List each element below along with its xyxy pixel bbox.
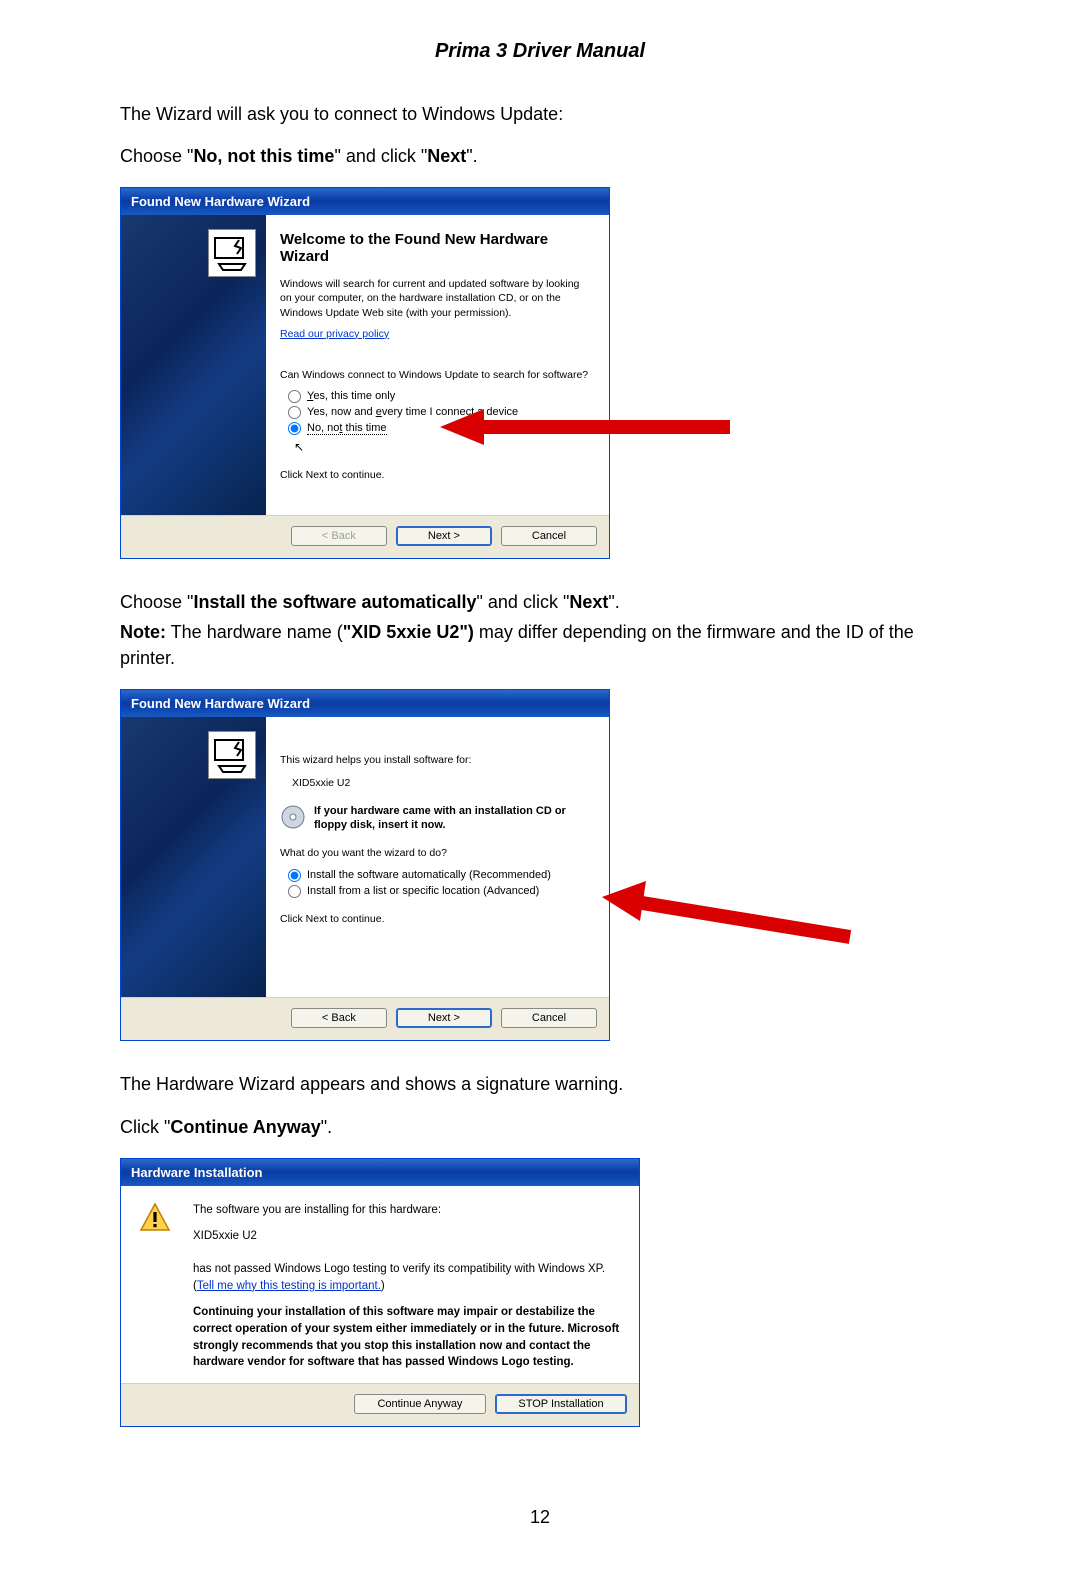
radio-label: Install the software automatically (Reco… — [307, 869, 551, 881]
cancel-button[interactable]: Cancel — [501, 526, 597, 546]
text: " and click " — [477, 592, 570, 612]
logo-testing-link[interactable]: Tell me why this testing is important. — [197, 1280, 381, 1292]
wizard2-continue: Click Next to continue. — [280, 912, 593, 926]
continue-anyway-button[interactable]: Continue Anyway — [354, 1394, 486, 1414]
stop-installation-button[interactable]: STOP Installation — [495, 1394, 627, 1414]
cd-icon — [280, 804, 306, 830]
wizard1-content: Welcome to the Found New Hardware Wizard… — [266, 215, 609, 515]
text-bold: "XID 5xxie U2") — [343, 622, 474, 642]
wizard2-dialog: Found New Hardware Wizard This wizard he… — [120, 689, 610, 1041]
wizard2-content: This wizard helps you install software f… — [266, 717, 609, 997]
radio-input[interactable] — [288, 869, 301, 882]
radio-label: Yes, this time only — [307, 390, 395, 402]
document-page: Prima 3 Driver Manual The Wizard will as… — [0, 0, 1080, 1588]
warn-figure: Hardware Installation The software you a… — [120, 1158, 640, 1427]
wizard1-dialog: Found New Hardware Wizard Welcome to the… — [120, 187, 610, 559]
radio-input[interactable] — [288, 406, 301, 419]
wizard2-titlebar: Found New Hardware Wizard — [121, 690, 609, 717]
warn-text-block: The software you are installing for this… — [193, 1202, 621, 1371]
text: Choose " — [120, 146, 193, 166]
text-bold: No, not this time — [193, 146, 334, 166]
intro-line-1: The Wizard will ask you to connect to Wi… — [120, 101, 960, 127]
wizard1-button-row: < Back Next > Cancel — [121, 516, 609, 558]
radio-label: No, not this time — [307, 422, 387, 435]
warning-icon — [139, 1202, 171, 1234]
warn-dialog: Hardware Installation The software you a… — [120, 1158, 640, 1427]
wizard1-radio-group: Yes, this time only Yes, now and every t… — [288, 390, 593, 450]
cd-hint: If your hardware came with an installati… — [280, 804, 593, 833]
note-label: Note: — [120, 622, 166, 642]
warn-strong: Continuing your installation of this sof… — [193, 1304, 621, 1371]
warn-line2b: ) — [381, 1280, 385, 1292]
wizard1-body: Welcome to the Found New Hardware Wizard… — [121, 215, 609, 516]
radio-label: Yes, now and every time I connect a devi… — [307, 406, 518, 418]
wizard1-titlebar: Found New Hardware Wizard — [121, 188, 609, 215]
hardware-wizard-icon — [208, 229, 256, 277]
radio-install-auto[interactable]: Install the software automatically (Reco… — [288, 869, 593, 882]
text: " and click " — [334, 146, 427, 166]
page-number: 12 — [120, 1507, 960, 1528]
wizard1-figure: Found New Hardware Wizard Welcome to the… — [120, 187, 610, 559]
section3-line1: The Hardware Wizard appears and shows a … — [120, 1071, 960, 1097]
wizard1-heading: Welcome to the Found New Hardware Wizard — [280, 231, 593, 265]
text: ". — [321, 1117, 332, 1137]
text-bold: Continue Anyway — [170, 1117, 320, 1137]
cursor-icon: ↖ — [294, 440, 304, 454]
text-bold: Next — [569, 592, 608, 612]
section3-line2: Click "Continue Anyway". — [120, 1114, 960, 1140]
wizard2-figure: Found New Hardware Wizard This wizard he… — [120, 689, 610, 1041]
next-button[interactable]: Next > — [396, 1008, 492, 1028]
warn-device: XID5xxie U2 — [193, 1228, 621, 1245]
radio-yes-once[interactable]: Yes, this time only — [288, 390, 593, 403]
section2-line1: Choose "Install the software automatical… — [120, 589, 960, 615]
section2-note: Note: The hardware name ("XID 5xxie U2")… — [120, 619, 960, 671]
warn-body: The software you are installing for this… — [121, 1186, 639, 1384]
radio-input[interactable] — [288, 390, 301, 403]
wizard2-line1: This wizard helps you install software f… — [280, 753, 593, 767]
cd-hint-text: If your hardware came with an installati… — [314, 804, 593, 833]
radio-input[interactable] — [288, 885, 301, 898]
red-arrow-annotation — [600, 881, 860, 951]
intro-line-2: Choose "No, not this time" and click "Ne… — [120, 143, 960, 169]
text: The hardware name ( — [166, 622, 343, 642]
warn-button-row: Continue Anyway STOP Installation — [121, 1384, 639, 1426]
wizard2-prompt: What do you want the wizard to do? — [280, 846, 593, 860]
next-button[interactable]: Next > — [396, 526, 492, 546]
wizard-side-banner — [121, 717, 266, 997]
text-bold: Install the software automatically — [193, 592, 476, 612]
warn-line1: The software you are installing for this… — [193, 1204, 441, 1216]
wizard1-desc: Windows will search for current and upda… — [280, 277, 593, 320]
radio-input[interactable] — [288, 422, 301, 435]
hardware-wizard-icon — [208, 731, 256, 779]
text: Choose " — [120, 592, 193, 612]
back-button[interactable]: < Back — [291, 1008, 387, 1028]
wizard1-continue: Click Next to continue. — [280, 468, 593, 482]
radio-yes-always[interactable]: Yes, now and every time I connect a devi… — [288, 406, 593, 419]
back-button: < Back — [291, 526, 387, 546]
wizard2-body: This wizard helps you install software f… — [121, 717, 609, 998]
text-bold: Next — [427, 146, 466, 166]
privacy-policy-link[interactable]: Read our privacy policy — [280, 328, 389, 340]
wizard-side-banner — [121, 215, 266, 515]
wizard2-device: XID5xxie U2 — [292, 776, 593, 790]
text: Click " — [120, 1117, 170, 1137]
cancel-button[interactable]: Cancel — [501, 1008, 597, 1028]
text: ". — [608, 592, 619, 612]
wizard2-button-row: < Back Next > Cancel — [121, 998, 609, 1040]
warn-titlebar: Hardware Installation — [121, 1159, 639, 1186]
text: ". — [466, 146, 477, 166]
radio-label: Install from a list or specific location… — [307, 885, 539, 897]
wizard1-prompt: Can Windows connect to Windows Update to… — [280, 368, 593, 382]
radio-no-not-this-time[interactable]: No, not this time — [288, 422, 593, 435]
wizard2-radio-group: Install the software automatically (Reco… — [288, 869, 593, 898]
page-title: Prima 3 Driver Manual — [120, 40, 960, 63]
radio-install-specific[interactable]: Install from a list or specific location… — [288, 885, 593, 898]
